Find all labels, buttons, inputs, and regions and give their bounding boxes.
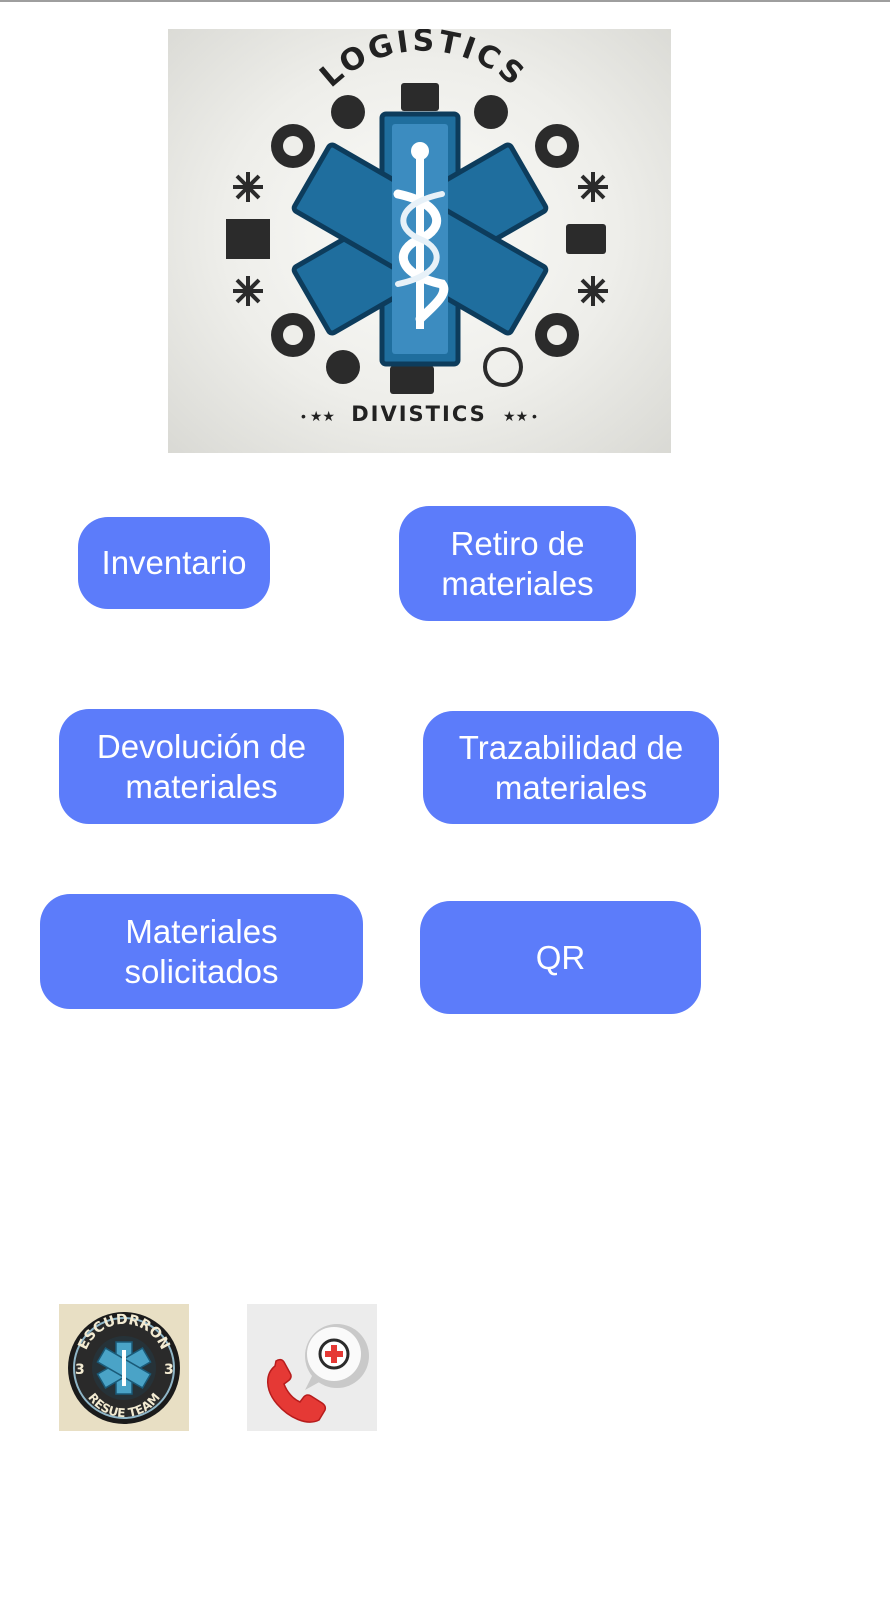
emergency-call-button[interactable] — [247, 1304, 377, 1431]
qr-button[interactable]: QR — [420, 901, 701, 1014]
logistics-logo: LOGISTICS DIVISTICS • ★★ ★★ • — [168, 29, 671, 453]
inventario-button[interactable]: Inventario — [78, 517, 270, 609]
badge-number-left: 3 — [75, 1362, 85, 1378]
retiro-materiales-button[interactable]: Retiro de materiales — [399, 506, 636, 621]
stars-right-decor: ★★ • — [503, 408, 537, 424]
devolucion-materiales-button[interactable]: Devolución de materiales — [59, 709, 344, 824]
star-of-life-icon — [291, 111, 549, 367]
emergency-phone-icon — [267, 1324, 369, 1423]
stars-left-decor: • ★★ — [301, 408, 335, 424]
escuadron-badge-button[interactable]: ESCUDRRON RESUE TEAM 3 3 — [59, 1304, 189, 1431]
badge-number-right: 3 — [164, 1362, 174, 1378]
trazabilidad-materiales-button[interactable]: Trazabilidad de materiales — [423, 711, 719, 824]
logo-graphic: LOGISTICS DIVISTICS • ★★ ★★ • — [226, 29, 608, 426]
status-divider — [0, 0, 890, 2]
rescue-team-badge-icon: ESCUDRRON RESUE TEAM 3 3 — [68, 1312, 180, 1424]
logo-title-bottom: DIVISTICS — [351, 402, 487, 426]
materiales-solicitados-button[interactable]: Materiales solicitados — [40, 894, 363, 1009]
